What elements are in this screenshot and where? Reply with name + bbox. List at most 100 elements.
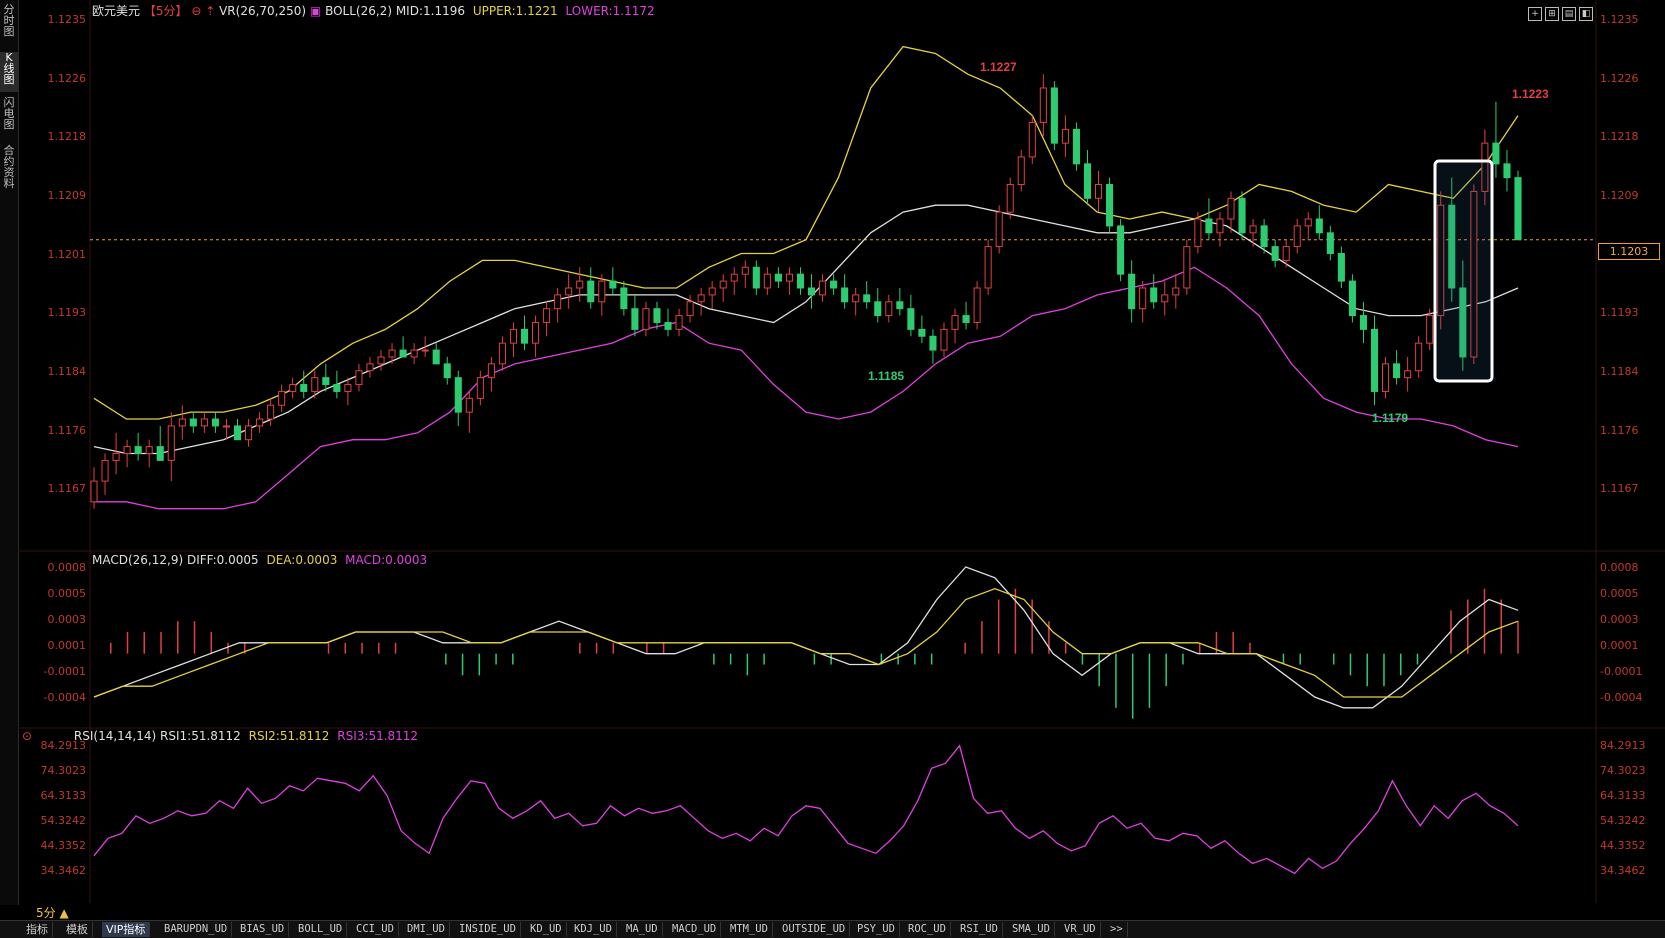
candle-body [1028, 121, 1036, 158]
candle-body [841, 287, 849, 303]
candle-body [1216, 218, 1224, 234]
tab-macd[interactable]: MACD_UD [668, 922, 722, 937]
candle-body [1282, 246, 1290, 261]
candle-body [1260, 225, 1268, 248]
tab-dmi[interactable]: DMI_UD [403, 922, 450, 937]
candle-body [774, 273, 782, 282]
candle-body [410, 349, 418, 358]
tab-kd[interactable]: KD_UD [526, 922, 567, 937]
rsi-line [93, 744, 1519, 875]
candle-body [134, 446, 142, 455]
tab-cci[interactable]: CCI_UD [352, 922, 399, 937]
candle-body [1050, 87, 1058, 144]
candle-body [355, 370, 363, 386]
candle-body [454, 377, 462, 413]
candle-body [1205, 218, 1213, 234]
candle-body [973, 287, 981, 323]
candle-body [984, 246, 992, 289]
candle-body [333, 384, 341, 392]
candle-body [763, 273, 771, 289]
candle-body [962, 315, 970, 323]
bollinger-bands [93, 45, 1519, 510]
candle-body [929, 335, 937, 351]
tab-boll[interactable]: BOLL_UD [294, 922, 348, 937]
tab-indicator[interactable]: 指标 [22, 922, 53, 937]
candle-body [752, 266, 760, 289]
tab-bias[interactable]: BIAS_UD [236, 922, 290, 937]
candle-body [222, 425, 231, 428]
candle-body [388, 349, 396, 358]
candle-body [587, 280, 595, 303]
tab-rsi[interactable]: RSI_UD [956, 922, 1003, 937]
candle-body [211, 418, 219, 427]
candle-body [819, 280, 827, 296]
tab-mtm[interactable]: MTM_UD [726, 922, 773, 937]
candle-body [576, 280, 584, 289]
candle-body [1117, 225, 1125, 275]
rsi-pane [93, 744, 1519, 875]
candle-body [1017, 156, 1025, 186]
highlight-box [1433, 159, 1494, 383]
candle-body [520, 328, 529, 344]
candle-body [278, 390, 286, 406]
candle-body [1293, 225, 1301, 248]
candle-body [156, 446, 164, 461]
candle-body [1315, 218, 1323, 234]
candle-body [1227, 197, 1235, 220]
candle-body [554, 294, 562, 310]
candle-body [421, 349, 429, 352]
candle-body [1271, 246, 1279, 261]
candle-body [1006, 184, 1014, 213]
candlesticks [90, 74, 1522, 509]
candle-body [1128, 273, 1136, 310]
candle-body [366, 363, 374, 372]
candle-body [642, 308, 650, 330]
tab-more[interactable]: >> [1106, 922, 1128, 937]
tab-template[interactable]: 模板 [62, 922, 93, 937]
candle-body [1106, 184, 1114, 227]
candle-body [123, 446, 131, 455]
tab-sma[interactable]: SMA_UD [1008, 922, 1055, 937]
candle-body [178, 418, 186, 427]
candle-body [918, 328, 926, 337]
price-chart[interactable]: 1.1227 1.1185 1.1179 1.1223 [0, 0, 1665, 937]
candle-body [167, 425, 175, 461]
tab-ma[interactable]: MA_UD [622, 922, 663, 937]
candle-body [1238, 197, 1246, 234]
tab-outside[interactable]: OUTSIDE_UD [778, 922, 851, 937]
candle-body [1083, 163, 1092, 199]
candle-body [1094, 184, 1103, 199]
candle-body [145, 446, 153, 455]
candle-body [498, 342, 506, 365]
macd-diff-line [93, 566, 1519, 709]
candle-body [995, 211, 1003, 248]
candle-body [907, 308, 915, 330]
candle-body [565, 287, 573, 296]
tab-barupdn[interactable]: BARUPDN_UD [160, 922, 233, 937]
candle-body [598, 280, 606, 303]
tab-psy[interactable]: PSY_UD [853, 922, 900, 937]
candle-body [1139, 287, 1147, 310]
candle-body [1492, 142, 1500, 165]
tab-vr[interactable]: VR_UD [1060, 922, 1101, 937]
annotation-low1: 1.1185 [868, 369, 904, 383]
tab-vip-indicator[interactable]: VIP指标 [102, 922, 151, 937]
candle-body [344, 384, 352, 392]
tab-kdj[interactable]: KDJ_UD [570, 922, 617, 937]
candle-body [443, 363, 451, 379]
tab-roc[interactable]: ROC_UD [904, 922, 951, 937]
candle-body [90, 480, 98, 503]
candle-body [664, 321, 672, 330]
annotation-low2: 1.1179 [1372, 411, 1408, 425]
candle-body [1183, 246, 1191, 289]
candle-body [1326, 232, 1334, 254]
candle-body [1426, 315, 1434, 344]
candle-body [686, 301, 694, 317]
candle-body [233, 425, 242, 441]
tab-inside[interactable]: INSIDE_UD [455, 922, 521, 937]
candle-body [189, 418, 197, 427]
candle-body [741, 266, 749, 275]
period-selector[interactable]: 5分 ▲ [36, 904, 69, 921]
candle-body [830, 280, 838, 289]
candle-body [1249, 225, 1257, 234]
